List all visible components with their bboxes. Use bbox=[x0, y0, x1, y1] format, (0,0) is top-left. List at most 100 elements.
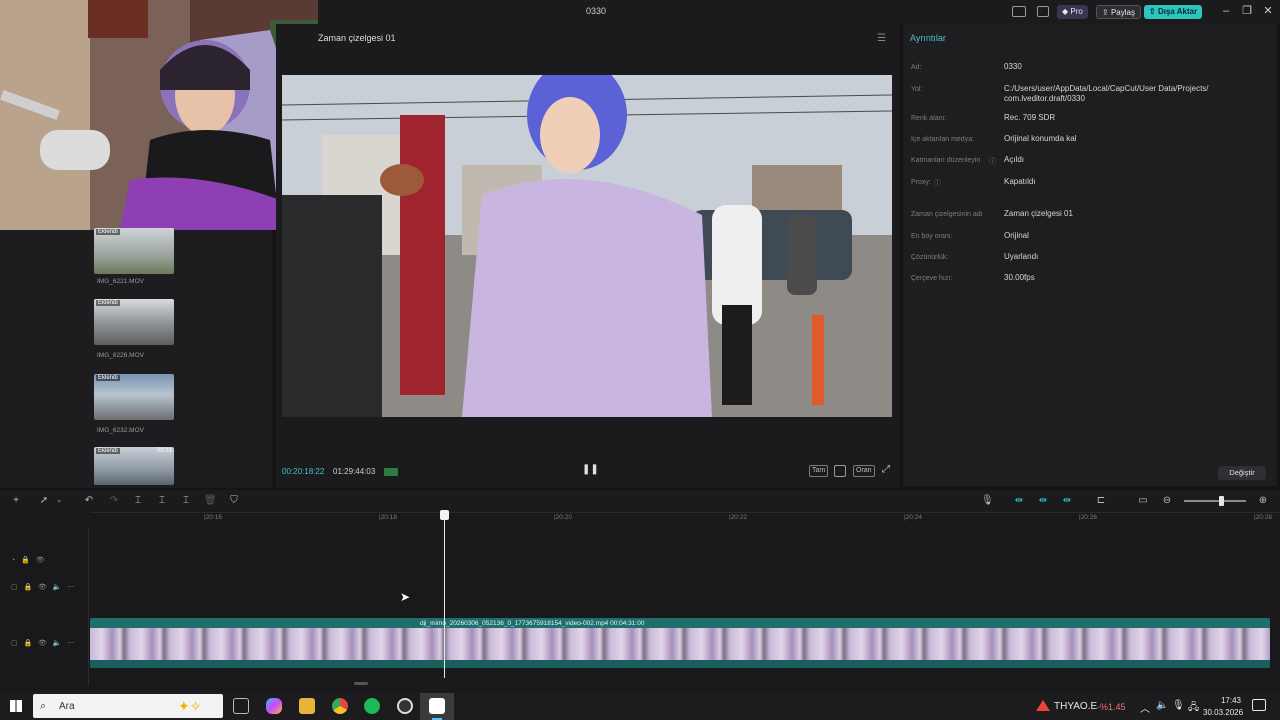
clock-time[interactable]: 17:43 bbox=[1213, 696, 1241, 705]
media-thumbnail[interactable]: Eklendi bbox=[94, 228, 174, 274]
windows-start-icon[interactable] bbox=[10, 700, 22, 712]
detail-label: Yol: bbox=[911, 86, 923, 93]
delete-icon[interactable]: 🗑 bbox=[204, 495, 217, 507]
track-controls[interactable]: ▢ 🔒 👁 🔈 ⋯ bbox=[11, 639, 74, 647]
layout-icon[interactable] bbox=[1012, 6, 1026, 17]
microphone-tray-icon[interactable]: 🎙 bbox=[1172, 700, 1185, 711]
capcut-icon[interactable] bbox=[429, 698, 445, 714]
total-timecode: 01:29:44:03 bbox=[333, 467, 376, 476]
change-button[interactable]: Değiştir bbox=[1218, 466, 1266, 480]
detail-value: Uyarlandı bbox=[1004, 252, 1039, 261]
detail-label: Çözünürlük: bbox=[911, 254, 949, 261]
chrome-icon[interactable] bbox=[332, 698, 348, 714]
magnet-icon[interactable]: ⇹ bbox=[1037, 495, 1049, 507]
timeline-toolbar bbox=[0, 490, 1280, 512]
change-label: Değiştir bbox=[1229, 468, 1255, 477]
info-icon[interactable]: ⓘ bbox=[934, 178, 941, 188]
timeline-scrollbar[interactable] bbox=[354, 682, 368, 685]
media-thumbnail[interactable]: Eklendi 00:31 bbox=[94, 447, 174, 485]
video-preview[interactable] bbox=[282, 75, 892, 417]
playhead-handle[interactable] bbox=[440, 510, 449, 520]
media-thumbnail[interactable]: Eklendi bbox=[94, 374, 174, 420]
media-thumbnail[interactable]: Eklendi bbox=[94, 299, 174, 345]
task-view-icon[interactable] bbox=[233, 698, 249, 714]
ruler-label: |20:20 bbox=[554, 514, 572, 521]
fullscreen-icon[interactable]: ⤢ bbox=[882, 464, 890, 475]
media-name: IMG_6221.MOV bbox=[97, 278, 144, 285]
zoom-slider-handle[interactable] bbox=[1219, 496, 1224, 506]
zoom-in-icon[interactable]: ⊕ bbox=[1257, 495, 1269, 507]
redo-icon[interactable]: ↷ bbox=[108, 495, 120, 507]
zoom-out-icon[interactable]: ⊖ bbox=[1161, 495, 1173, 507]
maximize-icon[interactable]: ❐ bbox=[1240, 4, 1254, 18]
marker-icon[interactable]: ⛉ bbox=[228, 495, 240, 507]
pro-button[interactable]: ◆ Pro bbox=[1057, 5, 1088, 19]
detail-value: 30.00fps bbox=[1004, 273, 1035, 282]
detail-label: Renk alanı: bbox=[911, 115, 947, 122]
network-icon[interactable]: 🖧 bbox=[1188, 700, 1199, 717]
detail-value: Orijinal bbox=[1004, 231, 1029, 240]
snap-icon[interactable]: ⇹ bbox=[1061, 495, 1073, 507]
detail-label: Proxy: bbox=[911, 179, 931, 186]
split-icon[interactable]: ⌶ bbox=[132, 495, 144, 507]
ruler-label: |20:18 bbox=[379, 514, 397, 521]
clock-date[interactable]: 30.03.2026 bbox=[1203, 708, 1243, 717]
added-badge: Eklendi bbox=[96, 375, 120, 381]
ticker-symbol[interactable]: THYAO.E bbox=[1054, 701, 1097, 712]
preview-axis-icon[interactable]: ⊏ bbox=[1095, 495, 1107, 507]
search-icon: ⌕ bbox=[40, 700, 47, 712]
track-controls[interactable]: ◔ 🔒 👁 bbox=[11, 556, 45, 564]
zoom-slider[interactable] bbox=[1184, 500, 1246, 502]
detail-value: C:/Users/user/AppData/Local/CapCut/User … bbox=[1004, 84, 1209, 103]
caption-icon[interactable]: ▭ bbox=[1137, 495, 1149, 507]
notification-icon[interactable] bbox=[1252, 699, 1266, 711]
ruler-label: |20:24 bbox=[904, 514, 922, 521]
ruler-label: |20:16 bbox=[204, 514, 222, 521]
chevron-down-icon[interactable]: ⌄ bbox=[53, 495, 65, 507]
full-quality-button[interactable]: Tam bbox=[809, 465, 829, 477]
detail-label: İçe aktarılan medya: bbox=[911, 136, 975, 143]
snapshot-icon[interactable] bbox=[834, 465, 846, 477]
trim-right-icon[interactable]: ⌶ bbox=[180, 495, 192, 507]
minimize-icon[interactable]: – bbox=[1219, 4, 1233, 18]
added-badge: Eklendi bbox=[96, 448, 120, 454]
link-icon[interactable]: ⇹ bbox=[1013, 495, 1025, 507]
pause-icon[interactable]: ❚❚ bbox=[582, 464, 599, 475]
detail-label: Katmanları düzenleyin bbox=[911, 157, 981, 164]
details-title: Ayrıntılar bbox=[910, 33, 946, 43]
ruler-label: |20:22 bbox=[729, 514, 747, 521]
detail-label: En boy oranı: bbox=[911, 233, 953, 240]
detail-value: 0330 bbox=[1004, 62, 1022, 71]
add-icon[interactable]: + bbox=[10, 495, 22, 507]
menu-icon[interactable]: ☰ bbox=[877, 33, 886, 44]
playhead[interactable] bbox=[444, 512, 445, 678]
current-timecode: 00:20:18:22 bbox=[282, 467, 325, 476]
detail-label: Zaman çizelgesinin adı bbox=[911, 211, 983, 218]
undo-icon[interactable]: ↶ bbox=[83, 495, 95, 507]
close-icon[interactable]: ✕ bbox=[1261, 4, 1275, 18]
detail-value: Kapatıldı bbox=[1004, 177, 1036, 186]
video-clip[interactable] bbox=[90, 618, 1270, 668]
export-label: Dışa Aktar bbox=[1157, 7, 1198, 16]
added-badge: Eklendi bbox=[96, 300, 120, 306]
media-name: IMG_6232.MOV bbox=[97, 427, 144, 434]
ratio-label: Oran bbox=[856, 467, 872, 474]
media-name: IMG_6226.MOV bbox=[97, 352, 144, 359]
microphone-icon[interactable]: 🎙 bbox=[981, 495, 994, 507]
file-explorer-icon[interactable] bbox=[299, 698, 315, 714]
player-title: Zaman çizelgesi 01 bbox=[318, 33, 396, 43]
obs-icon[interactable] bbox=[397, 698, 413, 714]
spotify-icon[interactable] bbox=[364, 698, 380, 714]
export-button[interactable]: ⇧ Dışa Aktar bbox=[1144, 5, 1203, 19]
share-button[interactable]: ⇪ Paylaş bbox=[1096, 5, 1141, 19]
volume-icon[interactable]: 🔈 bbox=[1156, 700, 1168, 711]
copilot-icon[interactable] bbox=[266, 698, 282, 714]
ratio-button[interactable]: Oran bbox=[853, 465, 875, 477]
chevron-up-icon[interactable]: ︿ bbox=[1140, 700, 1150, 715]
info-icon[interactable]: ⓘ bbox=[989, 156, 996, 166]
added-badge: Eklendi bbox=[96, 229, 120, 235]
shortcut-icon[interactable] bbox=[1037, 6, 1049, 17]
track-controls[interactable]: ▢ 🔒 👁 🔈 ⋯ bbox=[11, 583, 74, 591]
trim-left-icon[interactable]: ⌶ bbox=[156, 495, 168, 507]
select-tool-icon[interactable]: ➚ bbox=[38, 495, 50, 507]
